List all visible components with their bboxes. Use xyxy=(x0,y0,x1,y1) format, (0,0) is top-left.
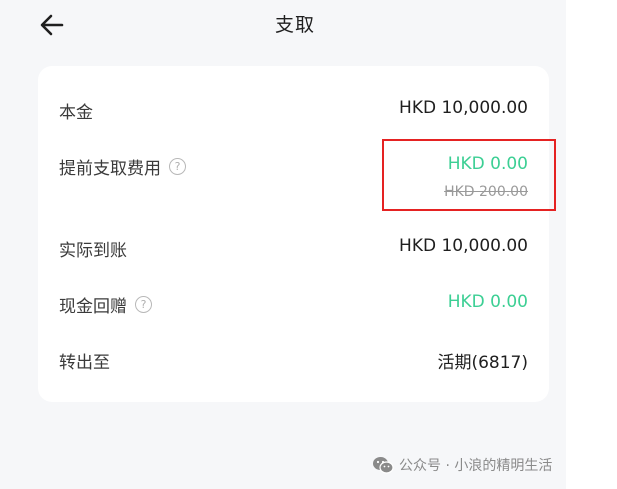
wechat-icon xyxy=(373,457,394,474)
transfer-to-label: 转出至 xyxy=(59,353,110,373)
annotation-highlight-box xyxy=(382,139,556,211)
withdraw-details-card: 本金 HKD 10,000.00 提前支取费用 ? HKD 0.00 HKD 2… xyxy=(38,66,549,402)
page-title: 支取 xyxy=(274,14,315,36)
withdraw-screen: 支取 本金 HKD 10,000.00 提前支取费用 ? HKD 0.00 HK… xyxy=(0,0,566,489)
cash-rebate-value: HKD 0.00 xyxy=(447,292,528,312)
help-icon[interactable]: ? xyxy=(135,296,152,313)
watermark-text: 公众号 · 小浪的精明生活 xyxy=(399,458,553,474)
principal-value: HKD 10,000.00 xyxy=(399,98,528,118)
transfer-to-value: 活期(6817) xyxy=(437,353,528,373)
early-withdrawal-fee-label: 提前支取费用 ? xyxy=(59,154,186,179)
actual-received-value: HKD 10,000.00 xyxy=(399,236,528,256)
transfer-to-row: 转出至 活期(6817) xyxy=(38,348,549,378)
top-bar: 支取 xyxy=(0,0,566,50)
cash-rebate-row: 现金回赠 ? HKD 0.00 xyxy=(38,292,549,322)
actual-received-row: 实际到账 HKD 10,000.00 xyxy=(38,236,549,266)
actual-received-label: 实际到账 xyxy=(59,241,127,261)
help-icon[interactable]: ? xyxy=(169,158,186,175)
principal-label: 本金 xyxy=(59,103,93,123)
principal-row: 本金 HKD 10,000.00 xyxy=(38,98,549,128)
watermark: 公众号 · 小浪的精明生活 xyxy=(372,455,552,475)
cash-rebate-label: 现金回赠 ? xyxy=(59,292,152,317)
